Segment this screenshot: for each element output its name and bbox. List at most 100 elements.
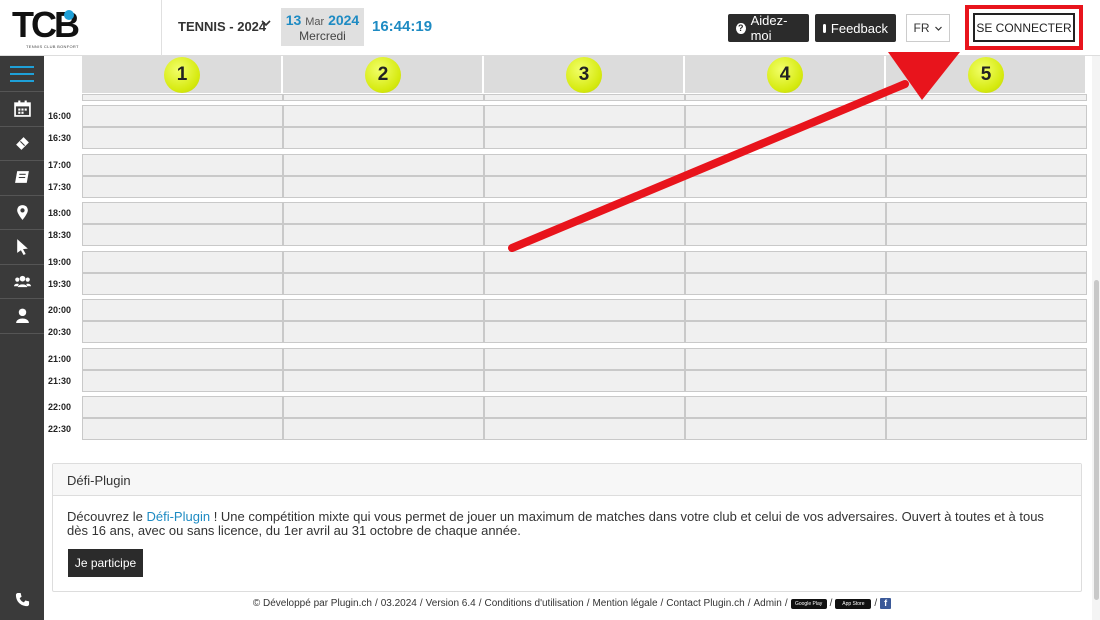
footer-admin-link[interactable]: Admin (753, 598, 781, 609)
scrollbar-thumb[interactable] (1094, 280, 1099, 600)
slot-cell[interactable] (685, 224, 886, 246)
slot-cell[interactable] (886, 299, 1087, 321)
date-picker[interactable]: 13 Mar 2024 Mercredi (281, 8, 364, 46)
slot-cell[interactable] (886, 321, 1087, 343)
slot-cell[interactable] (283, 224, 484, 246)
slot-cell[interactable] (484, 272, 685, 295)
slot-cell[interactable] (886, 175, 1087, 198)
slot-cell[interactable] (886, 153, 1087, 176)
slot-cell[interactable] (685, 127, 886, 149)
slot-cell[interactable] (886, 272, 1087, 295)
cursor-icon[interactable] (0, 230, 44, 265)
app-store-badge[interactable]: App Store (835, 598, 872, 609)
slot-cell[interactable] (886, 127, 1087, 149)
slot-cell[interactable] (484, 202, 685, 224)
slot-cell[interactable] (685, 105, 886, 127)
slot-cell[interactable] (484, 347, 685, 370)
slot-cell[interactable] (685, 396, 886, 418)
slot-cell[interactable] (82, 347, 283, 370)
slot-cell[interactable] (283, 321, 484, 343)
slot-cell[interactable] (886, 224, 1087, 246)
slot-cell[interactable] (283, 418, 484, 440)
slot-cell[interactable] (283, 175, 484, 198)
slot-cell[interactable] (685, 250, 886, 273)
slot-cell[interactable] (484, 250, 685, 273)
footer-contact-link[interactable]: Contact Plugin.ch (666, 598, 744, 609)
slot-cell[interactable] (283, 127, 484, 149)
calendar-icon[interactable] (0, 92, 44, 127)
slot-cell[interactable] (82, 272, 283, 295)
participate-button[interactable]: Je participe (68, 549, 143, 577)
ticket-icon[interactable] (0, 127, 44, 161)
slot-cell[interactable] (283, 272, 484, 295)
slot-cell[interactable] (886, 396, 1087, 418)
slot-cell[interactable] (685, 202, 886, 224)
footer-mention-link[interactable]: Mention légale (592, 598, 657, 609)
slot-cell[interactable] (685, 369, 886, 392)
users-icon[interactable] (0, 265, 44, 299)
slot-cell[interactable] (283, 396, 484, 418)
slot-cell[interactable] (484, 396, 685, 418)
user-icon[interactable] (0, 299, 44, 334)
login-button[interactable]: SE CONNECTER (973, 13, 1075, 42)
slot-cell[interactable] (886, 202, 1087, 224)
slot-cell[interactable] (484, 105, 685, 127)
sport-selector[interactable]: TENNIS - 2024 (178, 19, 266, 34)
slot-cell[interactable] (685, 347, 886, 370)
slot-cell[interactable] (82, 250, 283, 273)
slot-cell[interactable] (484, 153, 685, 176)
language-selector[interactable]: FR (906, 14, 950, 42)
slot-cell[interactable] (886, 250, 1087, 273)
slot-cell[interactable] (82, 127, 283, 149)
club-logo[interactable]: TCB TENNIS CLUB BONFORT (12, 6, 80, 50)
slot-cell[interactable] (484, 127, 685, 149)
slot-cell[interactable] (685, 175, 886, 198)
slot-cell[interactable] (283, 202, 484, 224)
slot-cell[interactable] (82, 105, 283, 127)
slot-cell[interactable] (283, 250, 484, 273)
slot-cell[interactable] (82, 299, 283, 321)
slot-cell[interactable] (283, 153, 484, 176)
slot-cell[interactable] (484, 418, 685, 440)
slot-cell[interactable] (82, 321, 283, 343)
slot-cell-partial[interactable] (82, 94, 283, 101)
slot-cell[interactable] (685, 321, 886, 343)
slot-cell[interactable] (283, 105, 484, 127)
slot-cell-partial[interactable] (283, 94, 484, 101)
google-play-badge[interactable]: Google Play (790, 598, 827, 609)
slot-cell[interactable] (82, 396, 283, 418)
slot-cell[interactable] (283, 347, 484, 370)
phone-icon[interactable] (0, 586, 44, 612)
slot-cell-partial[interactable] (484, 94, 685, 101)
slot-cell[interactable] (484, 369, 685, 392)
slot-cell[interactable] (685, 299, 886, 321)
slot-cell[interactable] (82, 175, 283, 198)
footer-conditions-link[interactable]: Conditions d'utilisation (484, 598, 583, 609)
slot-cell[interactable] (886, 369, 1087, 392)
chevron-down-icon[interactable] (260, 17, 272, 32)
slot-cell-partial[interactable] (886, 94, 1087, 101)
slot-cell[interactable] (82, 418, 283, 440)
slot-cell[interactable] (685, 272, 886, 295)
slot-cell[interactable] (484, 224, 685, 246)
slot-cell[interactable] (82, 369, 283, 392)
slot-cell[interactable] (484, 299, 685, 321)
book-icon[interactable] (0, 161, 44, 196)
map-marker-icon[interactable] (0, 196, 44, 230)
slot-cell-partial[interactable] (685, 94, 886, 101)
defi-plugin-link[interactable]: Défi-Plugin (146, 509, 210, 524)
slot-cell[interactable] (685, 153, 886, 176)
feedback-button[interactable]: Feedback (815, 14, 896, 42)
slot-cell[interactable] (886, 347, 1087, 370)
slot-cell[interactable] (886, 418, 1087, 440)
slot-cell[interactable] (484, 175, 685, 198)
facebook-icon[interactable]: f (880, 598, 892, 609)
slot-cell[interactable] (82, 153, 283, 176)
slot-cell[interactable] (82, 202, 283, 224)
slot-cell[interactable] (886, 105, 1087, 127)
slot-cell[interactable] (685, 418, 886, 440)
help-button[interactable]: ? Aidez-moi (728, 13, 809, 43)
slot-cell[interactable] (283, 299, 484, 321)
menu-icon[interactable] (0, 56, 44, 92)
slot-cell[interactable] (82, 224, 283, 246)
